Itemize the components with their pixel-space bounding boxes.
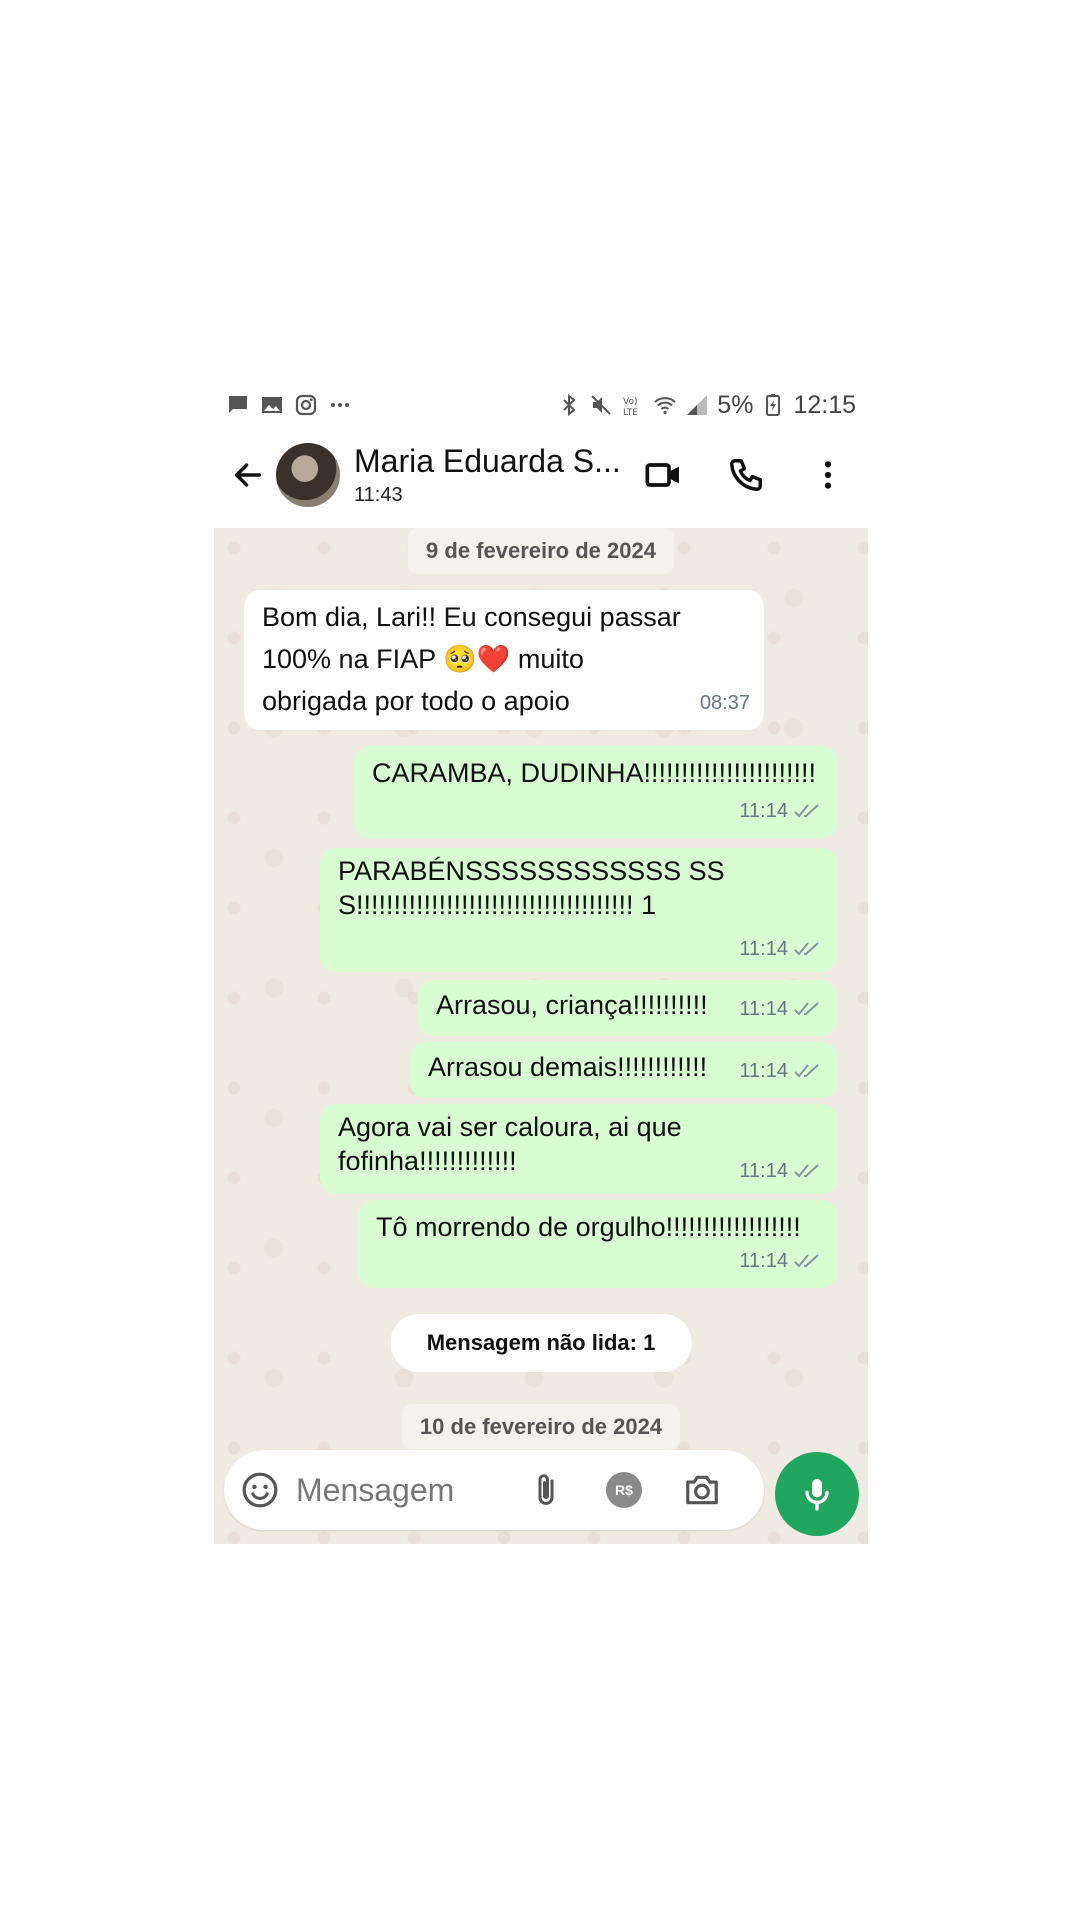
header-actions	[642, 453, 850, 497]
phone-icon	[730, 459, 762, 491]
message-time: 11:14	[739, 1160, 788, 1182]
battery-icon	[766, 394, 781, 416]
read-ticks-icon	[794, 1002, 819, 1016]
system-status: Vo) LTE 5% 12:15	[557, 391, 868, 420]
message-outgoing[interactable]: Tô morrendo de orgulho!!!!!!!!!!!!!!!!!!…	[358, 1200, 838, 1288]
message-outgoing[interactable]: Agora vai ser caloura, ai que fofinha!!!…	[320, 1104, 838, 1194]
read-ticks-icon	[794, 1164, 819, 1178]
contact-info[interactable]: Maria Eduarda S... 11:43	[354, 443, 624, 507]
voice-call-button[interactable]	[724, 453, 768, 497]
message-outgoing[interactable]: Arrasou demais!!!!!!!!!!!! 11:14	[410, 1042, 838, 1098]
instagram-icon	[295, 394, 317, 416]
message-time: 11:14	[739, 800, 788, 822]
date-chip: 10 de fevereiro de 2024	[401, 1404, 681, 1450]
message-incoming[interactable]: Bom dia, Lari!! Eu consegui passar 100% …	[244, 590, 764, 730]
notification-icons	[214, 393, 352, 417]
message-text: Arrasou, criança!!!!!!!!!!	[436, 990, 708, 1020]
message-icon	[229, 396, 247, 413]
message-text: PARABÉNSSSSSSSSSSSS SSS!!!!!!!!!!!!!!!!!…	[338, 856, 725, 920]
message-meta: 11:14	[739, 932, 824, 966]
camera-icon	[686, 1475, 718, 1505]
svg-text:Vo): Vo)	[623, 397, 637, 407]
kebab-menu-icon	[824, 461, 832, 489]
message-text: Arrasou demais!!!!!!!!!!!!	[428, 1052, 708, 1082]
battery-percent: 5%	[717, 390, 754, 419]
message-time: 11:14	[739, 938, 788, 960]
last-seen: 11:43	[354, 484, 403, 506]
video-call-button[interactable]	[642, 453, 686, 497]
message-time: 11:14	[739, 998, 788, 1020]
emoji-button[interactable]	[238, 1468, 282, 1512]
message-outgoing[interactable]: Arrasou, criança!!!!!!!!!! 11:14	[418, 980, 838, 1036]
clock: 12:15	[793, 390, 856, 419]
wifi-icon	[654, 397, 676, 415]
message-outgoing[interactable]: PARABÉNSSSSSSSSSSSS SSS!!!!!!!!!!!!!!!!!…	[320, 848, 838, 972]
date-chip: 9 de fevereiro de 2024	[408, 528, 674, 574]
read-ticks-icon	[794, 1254, 819, 1268]
signal-icon	[687, 395, 708, 415]
more-options-button[interactable]	[806, 453, 850, 497]
svg-text:LTE: LTE	[623, 408, 638, 417]
unread-messages-banner: Mensagem não lida: 1	[390, 1314, 692, 1372]
message-text: Bom dia, Lari!! Eu consegui passar 100% …	[262, 602, 681, 716]
arrow-left-icon	[234, 463, 262, 487]
message-time: 11:14	[739, 1060, 788, 1082]
microphone-icon	[805, 1479, 829, 1511]
message-meta: 11:14	[739, 790, 824, 832]
mute-icon	[591, 395, 612, 415]
camera-button[interactable]	[680, 1468, 724, 1512]
message-composer: R$	[224, 1450, 764, 1530]
back-button[interactable]	[224, 451, 272, 499]
image-icon	[262, 397, 282, 413]
chat-area[interactable]: 9 de fevereiro de 2024 Bom dia, Lari!! E…	[214, 528, 868, 1544]
message-text: Tô morrendo de orgulho!!!!!!!!!!!!!!!!!!	[376, 1212, 801, 1242]
message-text: Agora vai ser caloura, ai que fofinha!!!…	[338, 1112, 682, 1176]
attach-button[interactable]	[524, 1468, 568, 1512]
status-bar: Vo) LTE 5% 12:15	[214, 380, 868, 430]
message-meta: 11:14	[739, 1240, 824, 1282]
message-outgoing[interactable]: CARAMBA, DUDINHA!!!!!!!!!!!!!!!!!!!!!!! …	[354, 746, 838, 838]
message-time: 08:37	[699, 692, 750, 714]
more-dots-icon	[331, 403, 349, 407]
payment-icon: R$	[606, 1472, 642, 1508]
read-ticks-icon	[794, 942, 819, 956]
message-meta: 11:14	[739, 988, 824, 1030]
avatar[interactable]	[276, 443, 340, 507]
read-ticks-icon	[794, 1064, 819, 1078]
payment-label: R$	[615, 1482, 633, 1498]
message-meta: 11:14	[739, 1154, 824, 1188]
paperclip-icon	[538, 1474, 554, 1505]
video-camera-icon	[645, 463, 679, 487]
message-time: 11:14	[739, 1250, 788, 1272]
phone-screen: Vo) LTE 5% 12:15 Maria Eduarda S... 11:43	[214, 380, 868, 1544]
message-meta: 08:37	[700, 682, 750, 724]
payment-button[interactable]: R$	[602, 1468, 646, 1512]
message-meta: 11:14	[739, 1050, 824, 1092]
chat-header: Maria Eduarda S... 11:43	[214, 430, 868, 520]
message-input[interactable]	[294, 1470, 518, 1510]
read-ticks-icon	[794, 804, 819, 818]
bluetooth-icon	[563, 393, 576, 417]
emoji-icon	[242, 1472, 278, 1508]
volte-icon: Vo)LTE	[623, 397, 638, 417]
voice-message-button[interactable]	[775, 1452, 859, 1536]
message-text: CARAMBA, DUDINHA!!!!!!!!!!!!!!!!!!!!!!!	[372, 758, 817, 788]
contact-name: Maria Eduarda S...	[354, 443, 621, 479]
